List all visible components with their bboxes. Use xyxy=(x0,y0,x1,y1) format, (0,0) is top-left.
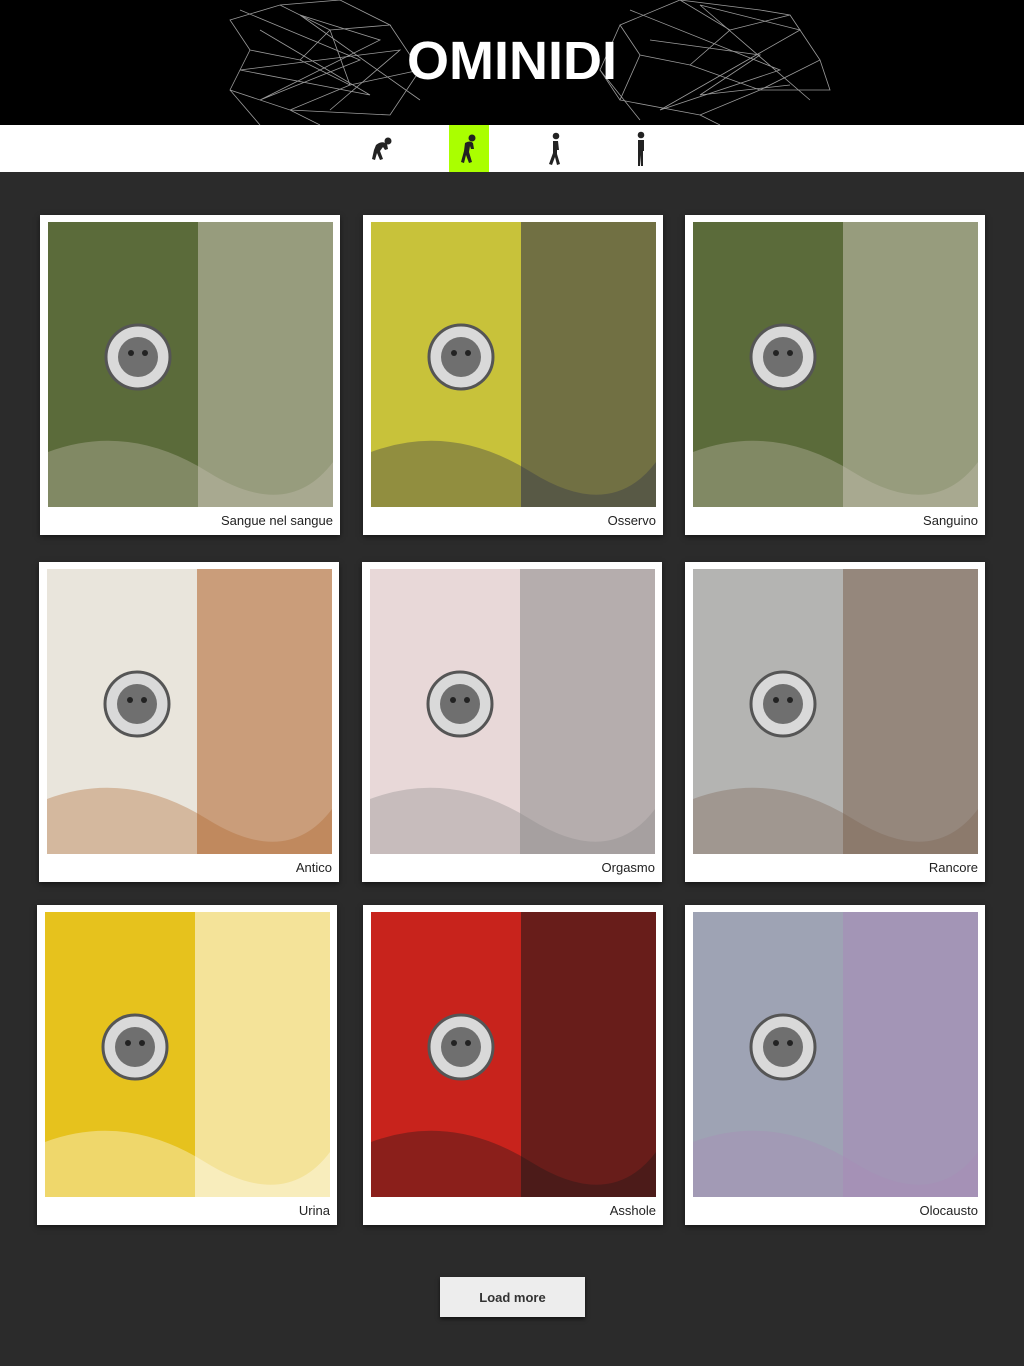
gallery-caption: Orgasmo xyxy=(601,860,655,875)
site-title: OMINIDI xyxy=(407,31,617,91)
gallery-caption: Rancore xyxy=(928,860,978,875)
nav-item-walking[interactable] xyxy=(535,125,575,172)
site-header: OMINIDI xyxy=(0,0,1024,125)
gallery-photo[interactable] xyxy=(47,569,332,854)
gallery-caption: Antico xyxy=(295,860,332,875)
gallery-card[interactable]: Antico xyxy=(39,562,339,882)
nav-item-upright[interactable] xyxy=(621,125,661,172)
gallery-card[interactable]: Olocausto xyxy=(685,905,985,1225)
crouching-figure-icon xyxy=(372,137,392,160)
load-more-button[interactable]: Load more xyxy=(440,1277,585,1317)
gallery-card[interactable]: Asshole xyxy=(363,905,663,1225)
gallery-photo[interactable] xyxy=(370,569,655,854)
gallery-photo[interactable] xyxy=(371,222,656,507)
nav-item-bent[interactable] xyxy=(449,125,489,172)
gallery-photo[interactable] xyxy=(693,569,978,854)
gallery-caption: Osservo xyxy=(607,513,656,528)
gallery-photo[interactable] xyxy=(45,912,330,1197)
gallery-card[interactable]: Urina xyxy=(37,905,337,1225)
gallery-caption: Asshole xyxy=(609,1203,656,1218)
walking-figure-icon xyxy=(549,132,560,165)
gallery-card[interactable]: Rancore xyxy=(685,562,985,882)
bent-figure-icon xyxy=(461,134,476,163)
gallery-caption: Urina xyxy=(298,1203,330,1218)
gallery-photo[interactable] xyxy=(693,912,978,1197)
gallery-card[interactable]: Sangue nel sangue xyxy=(40,215,340,535)
gallery-card[interactable]: Osservo xyxy=(363,215,663,535)
nav-item-crouching[interactable] xyxy=(362,125,402,172)
gallery-caption: Sangue nel sangue xyxy=(220,513,333,528)
gallery-card[interactable]: Orgasmo xyxy=(362,562,662,882)
gallery-photo[interactable] xyxy=(371,912,656,1197)
gallery-photo[interactable] xyxy=(693,222,978,507)
upright-figure-icon xyxy=(637,131,645,166)
gallery-caption: Olocausto xyxy=(919,1203,978,1218)
gallery-photo[interactable] xyxy=(48,222,333,507)
gallery-caption: Sanguino xyxy=(923,513,978,528)
evolution-nav-bar xyxy=(0,125,1024,172)
gallery-card[interactable]: Sanguino xyxy=(685,215,985,535)
